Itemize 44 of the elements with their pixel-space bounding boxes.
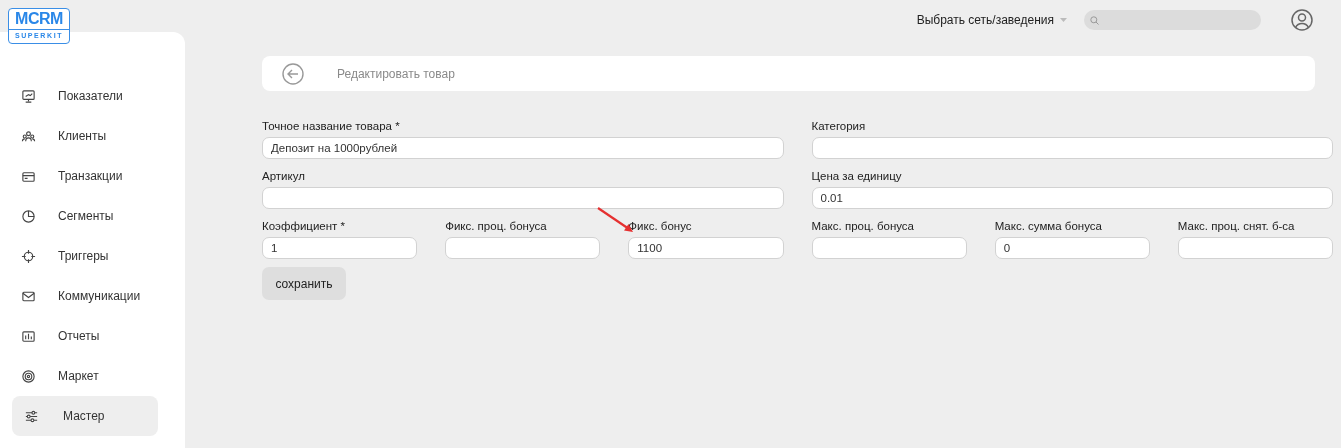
input-field[interactable]: 0 [994, 237, 1150, 259]
sidebar-item[interactable]: Триггеры [12, 236, 158, 276]
field-label: Макс. проц. бонуса [811, 219, 915, 233]
field-label: Макс. проц. снят. б-са [1177, 219, 1296, 233]
sidebar-item[interactable]: Клиенты [12, 116, 158, 156]
input-field[interactable] [1177, 237, 1333, 259]
back-icon[interactable] [282, 62, 304, 85]
page-title: Редактировать товар [337, 66, 455, 81]
field-label: Категория [811, 119, 867, 133]
input-field[interactable]: 1100 [628, 237, 784, 259]
save-button[interactable]: сохранить [262, 267, 346, 300]
field-label: Макс. сумма бонуса [994, 219, 1103, 233]
field-label: Фикс. проц. бонуса [445, 219, 548, 233]
input-field[interactable] [811, 237, 967, 259]
input-field[interactable]: Депозит на 1000рублей [262, 137, 784, 159]
input-field[interactable] [811, 137, 1333, 159]
field-label: Артикул [262, 169, 306, 183]
crosshair-icon [21, 248, 36, 264]
sidebar-item[interactable]: Коммуникации [12, 276, 158, 316]
people-icon [21, 128, 36, 144]
sidebar-item[interactable]: Маркет [12, 356, 158, 396]
sidebar-item[interactable]: Сегменты [12, 196, 158, 236]
search-field[interactable] [1084, 10, 1261, 30]
user-icon[interactable] [1291, 9, 1313, 31]
field-label: Коэффициент * [262, 219, 346, 233]
field-label: Фикс. бонус [628, 219, 693, 233]
sidebar-item[interactable]: Транзакции [12, 156, 158, 196]
bar-chart-icon [21, 328, 36, 344]
sliders-icon [24, 408, 39, 424]
target-icon [21, 368, 36, 384]
field-label: Цена за единицу [811, 169, 903, 183]
field-label: Точное название товара * [262, 119, 401, 133]
input-field[interactable]: 1 [262, 237, 418, 259]
sidebar-item[interactable]: Мастер [12, 396, 158, 436]
venue-dropdown[interactable]: Выбрать сеть/заведения [916, 13, 1067, 27]
search-icon [1090, 15, 1099, 25]
monitor-icon [21, 88, 36, 104]
sidebar-item[interactable]: Отчеты [12, 316, 158, 356]
pie-chart-icon [21, 208, 36, 224]
input-field[interactable]: 0.01 [811, 187, 1333, 209]
sidebar-item[interactable]: Показатели [12, 76, 158, 116]
caret-icon [1060, 18, 1067, 22]
input-field[interactable] [445, 237, 601, 259]
input-field[interactable] [262, 187, 784, 209]
